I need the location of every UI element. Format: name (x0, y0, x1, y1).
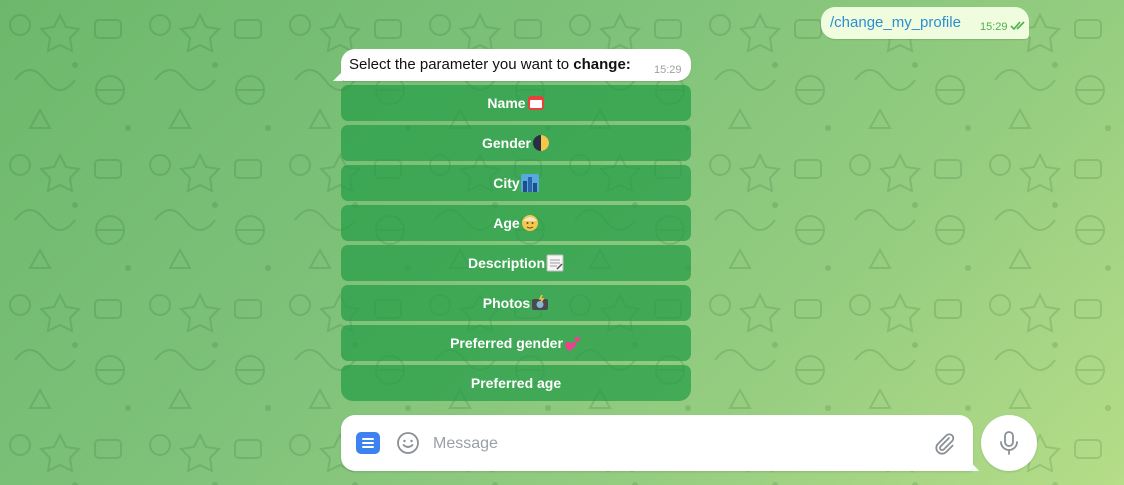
button-label: City (493, 175, 520, 191)
menu-icon (362, 438, 374, 448)
button-label: Preferred age (470, 375, 562, 391)
bot-menu-button[interactable] (356, 432, 380, 454)
microphone-icon (1000, 431, 1018, 455)
message-text-bold: change: (573, 56, 631, 73)
message-composer (341, 415, 973, 471)
chat-background: /change_my_profile 15:29 Select the para… (0, 0, 1124, 485)
command-link[interactable]: /change_my_profile (830, 14, 961, 31)
keyboard-button-age[interactable]: Age (341, 205, 691, 241)
keyboard-button-preferred-gender[interactable]: Preferred gender (341, 325, 691, 361)
smiley-icon[interactable] (396, 431, 420, 455)
message-time: 15:29 (654, 64, 682, 76)
double-check-icon (1010, 21, 1025, 31)
name-badge-icon (527, 96, 544, 110)
keyboard-button-preferred-age[interactable]: Preferred age (341, 365, 691, 401)
message-time: 15:29 (980, 21, 1008, 33)
moon-icon (533, 135, 549, 151)
incoming-message: Select the parameter you want to change:… (341, 49, 691, 81)
memo-icon (546, 254, 564, 272)
button-label: Description (467, 255, 545, 271)
reply-keyboard: Name Gender City Age Description Photos … (341, 85, 691, 405)
camera-flash-icon (532, 294, 549, 310)
button-label: Gender (481, 135, 531, 151)
message-text: Select the parameter you want to change: (349, 56, 631, 73)
button-label: Preferred gender (450, 335, 563, 351)
message-text-prefix: Select the parameter you want to (349, 56, 574, 73)
keyboard-button-description[interactable]: Description (341, 245, 691, 281)
button-label: Age (493, 215, 520, 231)
keyboard-button-city[interactable]: City (341, 165, 691, 201)
keyboard-button-photos[interactable]: Photos (341, 285, 691, 321)
keyboard-button-gender[interactable]: Gender (341, 125, 691, 161)
keyboard-button-name[interactable]: Name (341, 85, 691, 121)
paperclip-icon[interactable] (932, 431, 956, 455)
cityscape-icon (520, 174, 539, 192)
button-label: Name (487, 95, 526, 111)
button-label: Photos (482, 295, 531, 311)
message-input[interactable] (431, 430, 915, 458)
outgoing-message: /change_my_profile 15:29 (821, 7, 1029, 39)
voice-record-button[interactable] (981, 415, 1037, 471)
old-person-icon (521, 215, 538, 231)
two-hearts-icon (565, 337, 581, 351)
